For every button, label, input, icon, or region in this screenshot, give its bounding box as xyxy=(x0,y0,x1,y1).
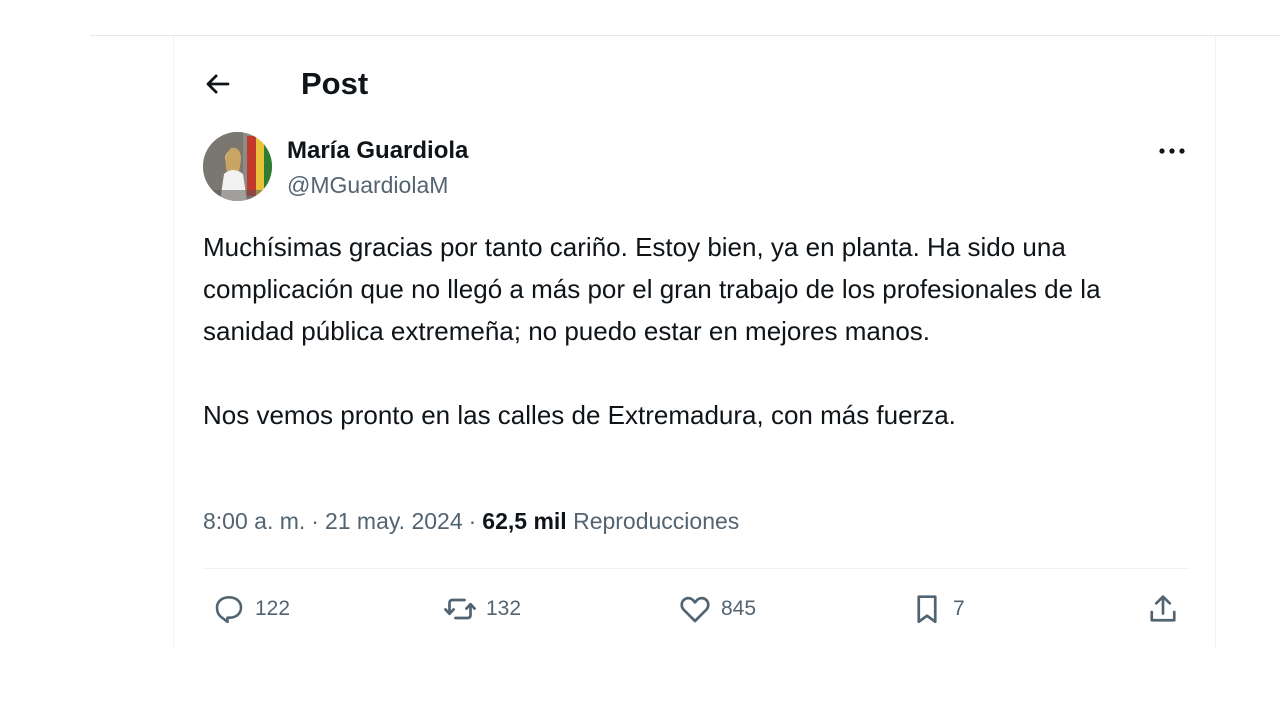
post-column: Post María Guardiola @MGuardiolaM Muchís… xyxy=(173,36,1216,648)
repost-icon xyxy=(444,598,476,620)
heart-icon xyxy=(680,596,710,623)
more-horizontal-icon xyxy=(1159,148,1185,154)
views-count: 62,5 mil xyxy=(482,508,567,534)
reply-count: 122 xyxy=(255,597,291,620)
post-metadata: 8:00 a. m. · 21 may. 2024 · 62,5 mil Reprodu… xyxy=(203,506,739,536)
share-icon xyxy=(1150,595,1176,622)
author-display-name[interactable]: María Guardiola xyxy=(287,136,468,166)
bookmark-icon xyxy=(917,595,937,624)
avatar-image xyxy=(203,132,272,201)
separator-dot: · xyxy=(311,508,319,534)
post-time[interactable]: 8:00 a. m. xyxy=(203,508,305,534)
avatar[interactable] xyxy=(203,132,272,201)
actions-divider xyxy=(203,568,1189,569)
views-label: Reproducciones xyxy=(573,508,740,534)
post-paragraph: Muchísimas gracias por tanto cariño. Est… xyxy=(203,232,1101,346)
reply-icon xyxy=(215,596,243,624)
repost-count: 132 xyxy=(486,597,522,620)
like-count: 845 xyxy=(721,597,757,620)
reply-button[interactable]: 122 xyxy=(211,589,290,629)
page-title: Post xyxy=(301,66,369,101)
author-handle[interactable]: @MGuardiolaM xyxy=(287,170,448,200)
share-button[interactable] xyxy=(1145,589,1181,629)
post-paragraph: Nos vemos pronto en las calles de Extrem… xyxy=(203,400,956,430)
post-header: Post xyxy=(174,36,1215,130)
separator-dot: · xyxy=(468,508,477,534)
page: Post María Guardiola @MGuardiolaM Muchís… xyxy=(0,0,1280,720)
post-text: Muchísimas gracias por tanto cariño. Est… xyxy=(203,226,1178,436)
bookmark-count: 7 xyxy=(953,597,965,620)
back-button[interactable] xyxy=(198,64,238,104)
bookmark-button[interactable]: 7 xyxy=(909,589,965,629)
arrow-left-icon xyxy=(206,74,230,94)
repost-button[interactable]: 132 xyxy=(442,589,521,629)
action-bar: 122 132 845 7 xyxy=(203,589,1189,629)
author-row: María Guardiola @MGuardiolaM xyxy=(202,130,1192,206)
like-button[interactable]: 845 xyxy=(677,589,756,629)
more-options-button[interactable] xyxy=(1152,136,1192,166)
post-date[interactable]: 21 may. 2024 xyxy=(325,508,463,534)
